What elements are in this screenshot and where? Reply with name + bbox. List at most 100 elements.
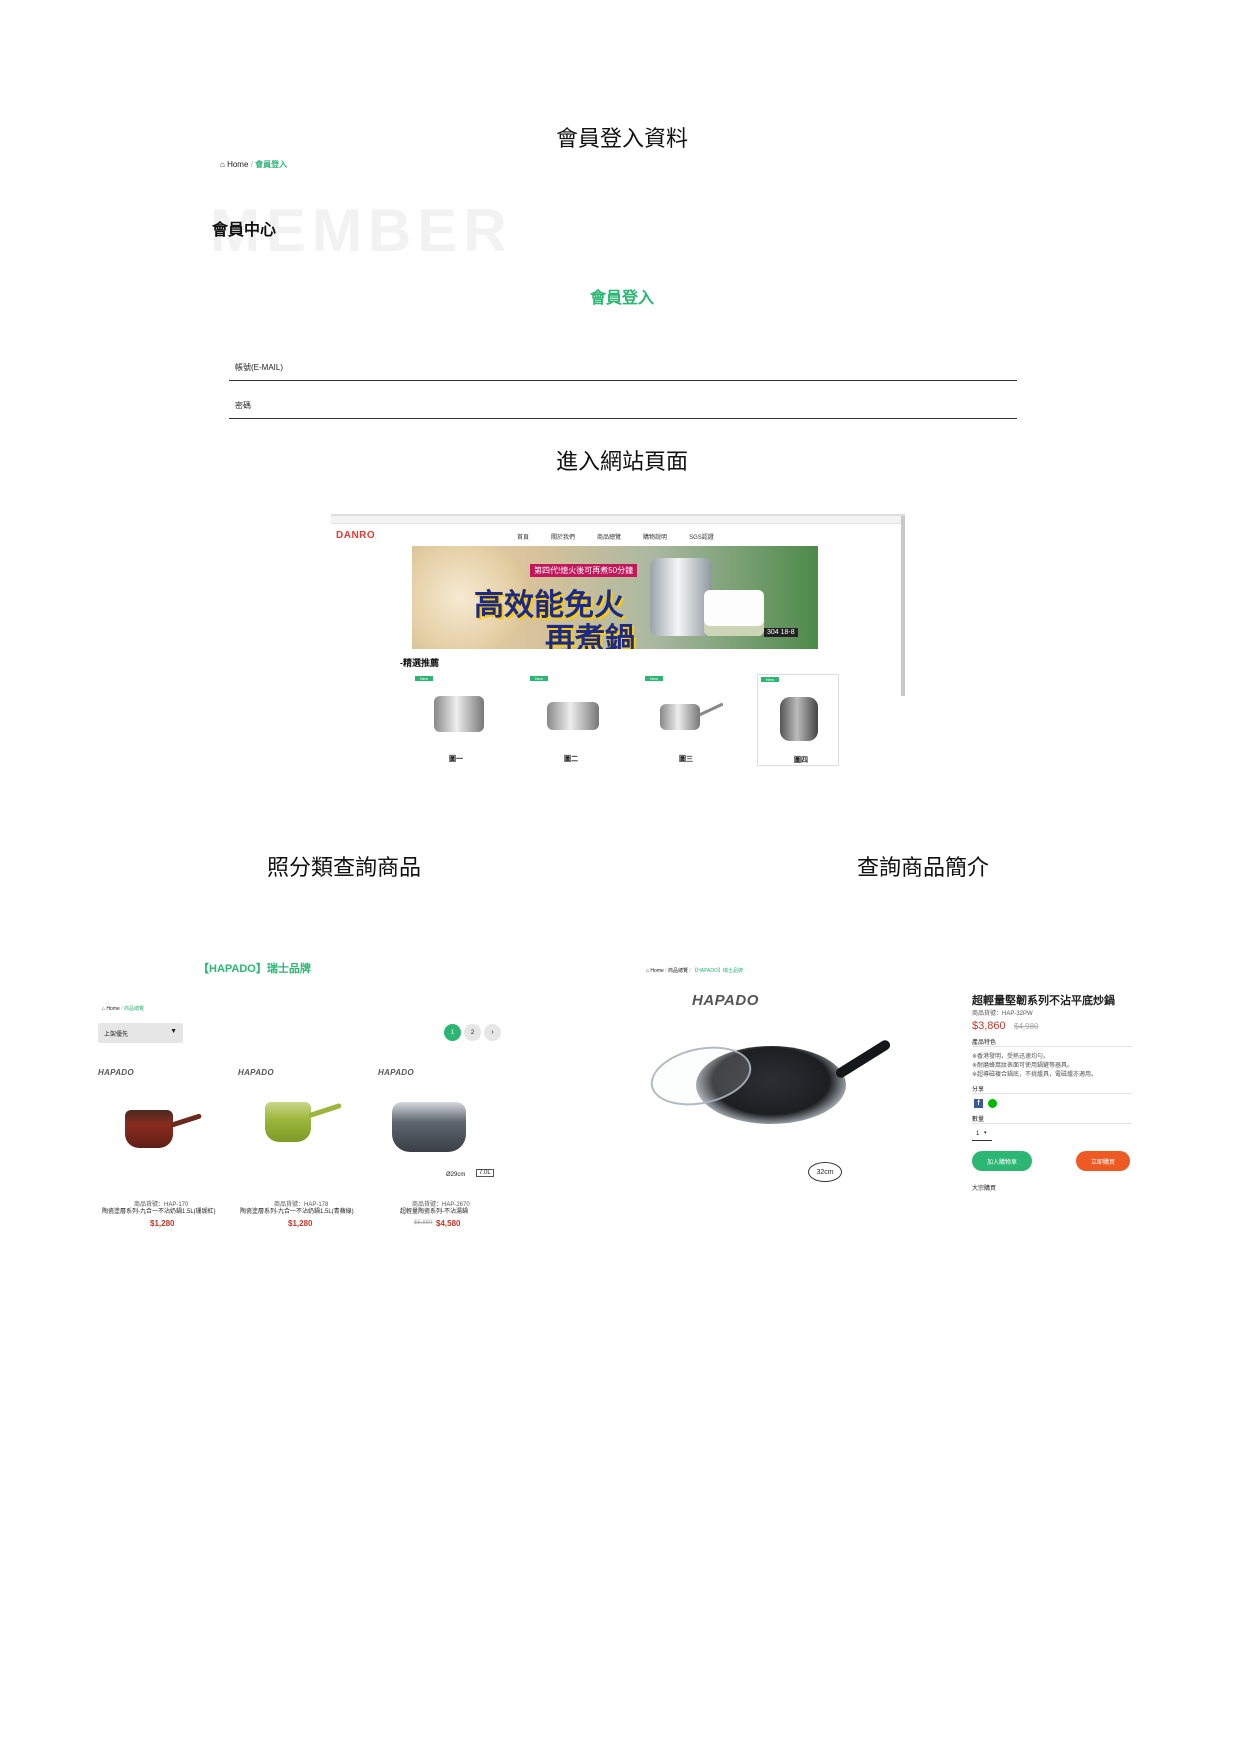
- hapado-logo: HAPADO: [378, 1068, 414, 1077]
- scrollbar[interactable]: [901, 516, 905, 696]
- nav-shopping[interactable]: 購物說明: [643, 532, 667, 541]
- detail-breadcrumb: ⌂ Home / 商品總覽 / 【HAPADO】瑞士品牌: [646, 968, 743, 974]
- home-icon: ⌂: [102, 1006, 106, 1012]
- new-badge: New: [645, 676, 664, 681]
- product-price: $1,280: [150, 1219, 175, 1228]
- product-old-price: $5,880: [414, 1220, 433, 1226]
- breadcrumb-current: 會員登入: [255, 160, 288, 169]
- pagination: 1 2 ›: [444, 1024, 501, 1041]
- size-badge: 32cm: [808, 1162, 842, 1182]
- login-form-title: 會員登入: [590, 290, 655, 307]
- site-product-4[interactable]: New 圖四: [757, 674, 839, 766]
- product-name[interactable]: 超輕量陶瓷系列-不沾湯鍋: [400, 1206, 468, 1215]
- hapado-logo: HAPADO: [98, 1068, 134, 1077]
- feature-item: ※超導磁複合鍋底，不挑爐具，電磁爐亦適用。: [972, 1072, 1098, 1078]
- banner-bowl: [704, 590, 764, 636]
- sort-label: 上架優先: [104, 1032, 129, 1038]
- product-old-price: $4,980: [1014, 1022, 1039, 1031]
- sort-select[interactable]: 上架優先 ▼: [98, 1023, 183, 1043]
- feature-item: ※香港發明，受熱迅速均勻。: [972, 1054, 1050, 1060]
- product-price: $4,580: [436, 1219, 461, 1228]
- site-product-label: 圖二: [564, 756, 578, 763]
- category-product-2[interactable]: HAPADO 商品貨號：HAP-178 陶瓷塗層系列-九合一不沾奶鍋1.5L(青…: [236, 1068, 368, 1238]
- breadcrumb-current: 【HAPADO】瑞士品牌: [692, 968, 743, 974]
- features-label: 產品特色: [972, 1040, 997, 1046]
- page-1[interactable]: 1: [444, 1024, 461, 1041]
- pot-diameter: Ø29cm: [446, 1172, 466, 1178]
- divider: [972, 1123, 1132, 1124]
- facebook-icon[interactable]: f: [974, 1099, 983, 1108]
- featured-label: -精選推薦: [400, 658, 439, 668]
- new-badge: New: [761, 677, 780, 682]
- hero-banner[interactable]: 第四代!熄火後可再煮50分鐘 高效能免火 再煮鍋 304 18-8: [412, 546, 818, 649]
- nav-about[interactable]: 關於我們: [551, 532, 575, 541]
- product-price: $3,860: [972, 1020, 1006, 1032]
- nav-sgs[interactable]: SGS認證: [689, 532, 714, 541]
- category-breadcrumb: ⌂ Home / 商品總覽: [102, 1006, 144, 1012]
- banner-main-2: 再煮鍋: [545, 623, 635, 649]
- top-info-bar: [331, 516, 905, 524]
- dropdown-arrow-icon: ▼: [170, 1028, 177, 1035]
- section-title-login: 會員登入資料: [556, 127, 689, 152]
- site-product-1[interactable]: New 圖一: [412, 674, 520, 766]
- pot-volume: 7.0L: [476, 1169, 494, 1177]
- breadcrumb-current: 商品總覽: [123, 1006, 144, 1012]
- category-product-3[interactable]: HAPADO Ø29cm 7.0L 商品貨號：HAP-2670 超輕量陶瓷系列-…: [376, 1068, 516, 1238]
- site-product-3[interactable]: New 圖三: [642, 674, 750, 766]
- email-field[interactable]: 帳號(E-MAIL): [229, 356, 1017, 381]
- product-name[interactable]: 陶瓷塗層系列-九合一不沾奶鍋1.5L(青蘋綠): [240, 1206, 354, 1215]
- category-screenshot: 【HAPADO】瑞士品牌 ⌂ Home / 商品總覽 上架優先 ▼ 1 2 › …: [96, 950, 516, 1240]
- quantity-label: 數量: [972, 1117, 985, 1123]
- site-product-label: 圖一: [449, 756, 463, 763]
- password-field[interactable]: 密碼: [229, 394, 1017, 419]
- share-label: 分享: [972, 1087, 985, 1093]
- divider: [972, 1046, 1132, 1047]
- breadcrumb-home[interactable]: Home: [106, 1006, 119, 1012]
- breadcrumb-home[interactable]: Home: [227, 160, 248, 169]
- breadcrumb-home[interactable]: Home: [650, 968, 663, 974]
- breadcrumb: ⌂ Home / 會員登入: [220, 160, 288, 169]
- banner-subline: 第四代!熄火後可再煮50分鐘: [530, 564, 638, 577]
- hapado-logo: HAPADO: [692, 992, 759, 1009]
- chevron-down-icon: ▾: [984, 1130, 987, 1136]
- site-screenshot: DANRO 首頁 關於我們 商品總覽 購物說明 SGS認證 第四代!熄火後可再煮…: [331, 514, 905, 808]
- nav-home[interactable]: 首頁: [517, 532, 529, 541]
- bulk-purchase-link[interactable]: 大宗購買: [972, 1183, 996, 1192]
- banner-pot: [650, 558, 712, 636]
- new-badge: New: [415, 676, 434, 681]
- page-2[interactable]: 2: [464, 1024, 481, 1041]
- quantity-value: 1: [976, 1131, 980, 1137]
- product-price: $1,280: [288, 1219, 313, 1228]
- section-title-site: 進入網站頁面: [556, 450, 689, 475]
- add-to-cart-button[interactable]: 加入購物車: [972, 1151, 1032, 1171]
- divider: [972, 1093, 1132, 1094]
- banner-badge: 304 18-8: [764, 628, 798, 637]
- line-icon[interactable]: [988, 1099, 997, 1108]
- nav-products[interactable]: 商品總覽: [597, 532, 621, 541]
- site-nav: 首頁 關於我們 商品總覽 購物說明 SGS認證: [517, 532, 714, 541]
- quantity-select[interactable]: 1 ▾: [972, 1130, 992, 1141]
- section-title-category: 照分類查詢商品: [267, 856, 422, 881]
- site-product-label: 圖三: [679, 756, 693, 763]
- category-brand-title: 【HAPADO】瑞士品牌: [198, 963, 311, 975]
- new-badge: New: [530, 676, 549, 681]
- hapado-logo: HAPADO: [238, 1068, 274, 1077]
- product-name[interactable]: 陶瓷塗層系列-九合一不沾奶鍋1.5L(珊瑚紅): [102, 1206, 216, 1215]
- breadcrumb-products[interactable]: 商品總覽: [668, 968, 688, 974]
- home-icon: ⌂: [646, 968, 650, 974]
- product-code: 商品貨號：HAP-32PW: [972, 1011, 1033, 1017]
- site-product-label: 圖四: [794, 757, 808, 764]
- detail-screenshot: ⌂ Home / 商品總覽 / 【HAPADO】瑞士品牌 HAPADO 32cm…: [646, 962, 1146, 1232]
- category-product-1[interactable]: HAPADO 商品貨號：HAP-170 陶瓷塗層系列-九合一不沾奶鍋1.5L(珊…: [96, 1068, 228, 1238]
- next-page-button[interactable]: ›: [484, 1024, 501, 1041]
- site-product-2[interactable]: New 圖二: [527, 674, 635, 766]
- section-title-detail: 查詢商品簡介: [857, 856, 990, 881]
- email-label: 帳號(E-MAIL): [235, 363, 283, 372]
- product-title: 超輕量堅韌系列不沾平底炒鍋: [972, 995, 1115, 1007]
- home-icon: ⌂: [220, 160, 225, 169]
- danro-logo[interactable]: DANRO: [336, 530, 375, 541]
- password-label: 密碼: [235, 401, 251, 410]
- page-title: 會員中心: [212, 222, 277, 239]
- buy-now-button[interactable]: 立即購買: [1076, 1151, 1130, 1171]
- feature-item: ※耐磨蜂窩紋表面可使用鍋鏟等器具。: [972, 1063, 1074, 1069]
